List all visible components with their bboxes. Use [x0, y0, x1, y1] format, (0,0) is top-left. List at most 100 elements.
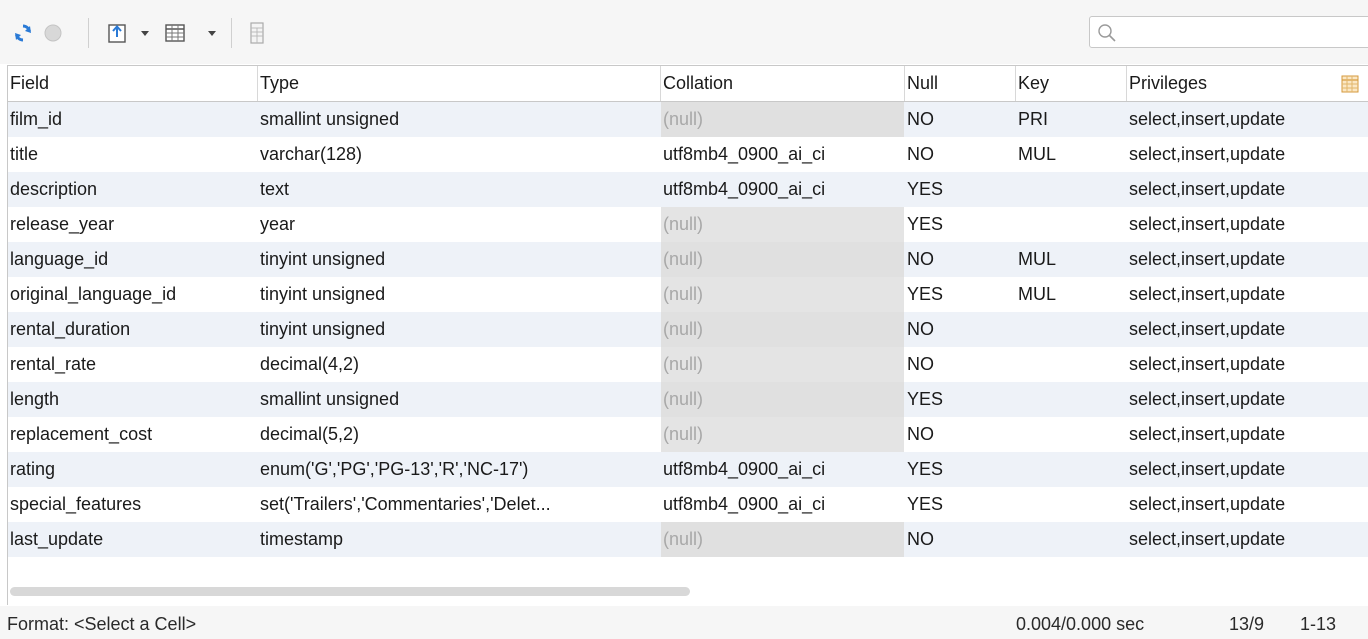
cell-null[interactable]: NO	[905, 137, 1015, 172]
cell-key[interactable]: PRI	[1016, 102, 1126, 137]
cell-key[interactable]	[1016, 172, 1126, 207]
cell-key[interactable]	[1016, 207, 1126, 242]
cell-null[interactable]: NO	[905, 417, 1015, 452]
cell-key[interactable]	[1016, 522, 1126, 557]
cell-field[interactable]: description	[8, 172, 257, 207]
cell-field[interactable]: original_language_id	[8, 277, 257, 312]
cell-type[interactable]: tinyint unsigned	[258, 312, 660, 347]
cell-collation[interactable]: utf8mb4_0900_ai_ci	[661, 137, 904, 172]
cell-type[interactable]: decimal(4,2)	[258, 347, 660, 382]
cell-collation[interactable]: utf8mb4_0900_ai_ci	[661, 452, 904, 487]
cell-collation[interactable]: (null)	[661, 242, 904, 277]
column-header-collation[interactable]: Collation	[661, 66, 904, 101]
cell-field[interactable]: rental_rate	[8, 347, 257, 382]
search-input[interactable]	[1120, 20, 1364, 46]
table-row[interactable]: rental_rate decimal(4,2) (null) NO select,in…	[8, 347, 1368, 382]
cell-key[interactable]	[1016, 417, 1126, 452]
table-row[interactable]: film_id smallint unsigned (null) NO PRI selec…	[8, 102, 1368, 137]
cell-null[interactable]: YES	[905, 382, 1015, 417]
refresh-icon[interactable]	[10, 20, 36, 46]
table-row[interactable]: release_year year (null) YES select,insert,u…	[8, 207, 1368, 242]
cell-privileges[interactable]: select,insert,update	[1127, 137, 1368, 172]
cell-privileges[interactable]: select,insert,update	[1127, 452, 1368, 487]
column-header-type[interactable]: Type	[258, 66, 660, 101]
cell-collation[interactable]: (null)	[661, 382, 904, 417]
dropdown-arrow-icon[interactable]	[204, 20, 220, 46]
cell-field[interactable]: special_features	[8, 487, 257, 522]
cell-field[interactable]: release_year	[8, 207, 257, 242]
cell-privileges[interactable]: select,insert,update	[1127, 242, 1368, 277]
stop-icon[interactable]	[40, 20, 66, 46]
cell-field[interactable]: rating	[8, 452, 257, 487]
cell-null[interactable]: NO	[905, 522, 1015, 557]
cell-field[interactable]: language_id	[8, 242, 257, 277]
cell-type[interactable]: smallint unsigned	[258, 102, 660, 137]
table-row[interactable]: rental_duration tinyint unsigned (null) NO s…	[8, 312, 1368, 347]
cell-null[interactable]: YES	[905, 487, 1015, 522]
table-row[interactable]: length smallint unsigned (null) YES select,i…	[8, 382, 1368, 417]
export-icon[interactable]	[104, 20, 130, 46]
table-row[interactable]: description text utf8mb4_0900_ai_ci YES sele…	[8, 172, 1368, 207]
cell-collation[interactable]: (null)	[661, 102, 904, 137]
cell-null[interactable]: NO	[905, 347, 1015, 382]
cell-privileges[interactable]: select,insert,update	[1127, 347, 1368, 382]
dropdown-arrow-icon[interactable]	[137, 20, 153, 46]
cell-key[interactable]	[1016, 382, 1126, 417]
column-header-null[interactable]: Null	[905, 66, 1015, 101]
cell-key[interactable]: MUL	[1016, 242, 1126, 277]
column-chooser-icon[interactable]	[1341, 75, 1359, 98]
cell-privileges[interactable]: select,insert,update	[1127, 102, 1368, 137]
cell-field[interactable]: length	[8, 382, 257, 417]
column-header-key[interactable]: Key	[1016, 66, 1126, 101]
cell-privileges[interactable]: select,insert,update	[1127, 207, 1368, 242]
cell-collation[interactable]: (null)	[661, 347, 904, 382]
table-row[interactable]: rating enum('G','PG','PG-13','R','NC-17')…	[8, 452, 1368, 487]
table-row[interactable]: replacement_cost decimal(5,2) (null) NO sele…	[8, 417, 1368, 452]
cell-collation[interactable]: utf8mb4_0900_ai_ci	[661, 172, 904, 207]
table-row[interactable]: language_id tinyint unsigned (null) NO MUL se…	[8, 242, 1368, 277]
column-header-field[interactable]: Field	[8, 66, 257, 101]
cell-key[interactable]	[1016, 487, 1126, 522]
cell-null[interactable]: NO	[905, 242, 1015, 277]
cell-field[interactable]: film_id	[8, 102, 257, 137]
cell-key[interactable]	[1016, 452, 1126, 487]
cell-type[interactable]: varchar(128)	[258, 137, 660, 172]
table-row[interactable]: last_update timestamp (null) NO select,inser…	[8, 522, 1368, 557]
cell-collation[interactable]: (null)	[661, 207, 904, 242]
cell-type[interactable]: tinyint unsigned	[258, 242, 660, 277]
search-field[interactable]	[1089, 16, 1368, 48]
cell-field[interactable]: title	[8, 137, 257, 172]
cell-type[interactable]: year	[258, 207, 660, 242]
cell-type[interactable]: decimal(5,2)	[258, 417, 660, 452]
cell-privileges[interactable]: select,insert,update	[1127, 522, 1368, 557]
cell-key[interactable]	[1016, 347, 1126, 382]
cell-type[interactable]: set('Trailers','Commentaries','Delet...	[258, 487, 660, 522]
cell-null[interactable]: NO	[905, 102, 1015, 137]
horizontal-scrollbar[interactable]	[10, 587, 690, 596]
cell-privileges[interactable]: select,insert,update	[1127, 382, 1368, 417]
cell-null[interactable]: YES	[905, 277, 1015, 312]
cell-collation[interactable]: (null)	[661, 312, 904, 347]
column-header-privileges[interactable]: Privileges	[1127, 66, 1337, 101]
cell-collation[interactable]: (null)	[661, 277, 904, 312]
table-row[interactable]: special_features set('Trailers','Commenta…	[8, 487, 1368, 522]
cell-null[interactable]: YES	[905, 452, 1015, 487]
cell-null[interactable]: YES	[905, 207, 1015, 242]
cell-collation[interactable]: (null)	[661, 522, 904, 557]
cell-field[interactable]: rental_duration	[8, 312, 257, 347]
cell-collation[interactable]: utf8mb4_0900_ai_ci	[661, 487, 904, 522]
cell-null[interactable]: YES	[905, 172, 1015, 207]
cell-privileges[interactable]: select,insert,update	[1127, 172, 1368, 207]
grid-view-icon[interactable]	[162, 20, 188, 46]
cell-type[interactable]: smallint unsigned	[258, 382, 660, 417]
cell-field[interactable]: replacement_cost	[8, 417, 257, 452]
form-view-icon[interactable]	[244, 20, 270, 46]
cell-type[interactable]: text	[258, 172, 660, 207]
cell-key[interactable]: MUL	[1016, 277, 1126, 312]
cell-field[interactable]: last_update	[8, 522, 257, 557]
cell-privileges[interactable]: select,insert,update	[1127, 417, 1368, 452]
cell-privileges[interactable]: select,insert,update	[1127, 487, 1368, 522]
cell-privileges[interactable]: select,insert,update	[1127, 277, 1368, 312]
cell-key[interactable]	[1016, 312, 1126, 347]
cell-collation[interactable]: (null)	[661, 417, 904, 452]
